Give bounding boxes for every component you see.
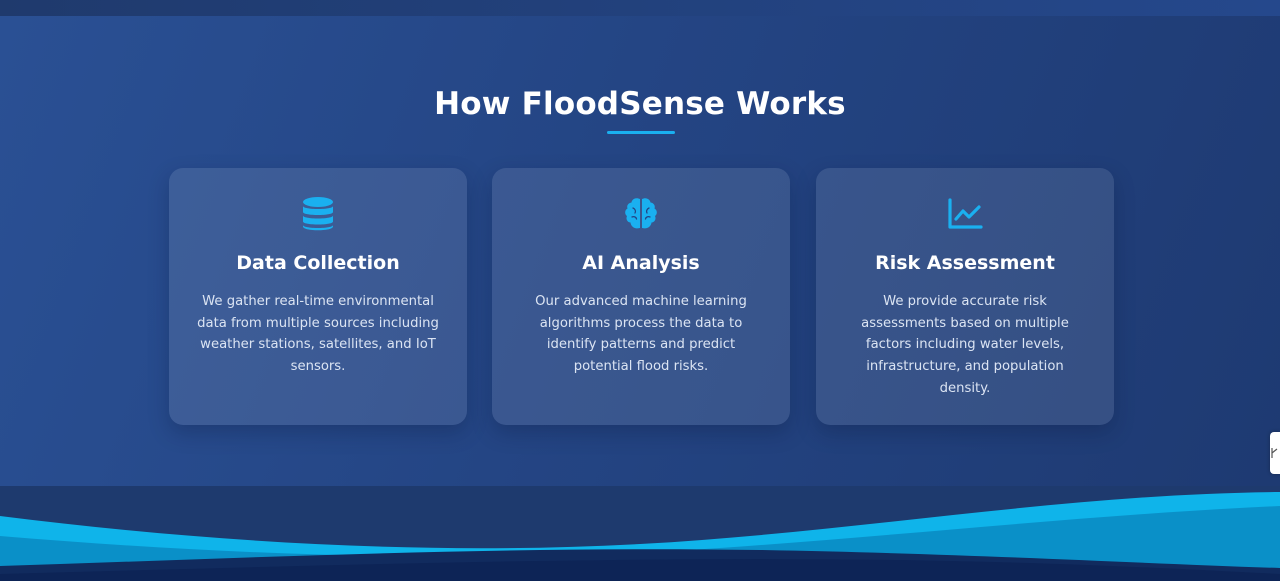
card-title: AI Analysis xyxy=(582,252,700,274)
card-data-collection: Data Collection We gather real-time envi… xyxy=(169,168,467,425)
database-icon xyxy=(169,196,467,232)
tab-icon xyxy=(1271,448,1278,458)
card-description: Our advanced machine learning algorithms… xyxy=(535,294,747,375)
card-description: We provide accurate risk assessments bas… xyxy=(861,294,1069,396)
card-ai-analysis: AI Analysis Our advanced machine learnin… xyxy=(492,168,790,425)
side-feedback-tab[interactable] xyxy=(1270,432,1280,474)
wave-divider xyxy=(0,486,1280,581)
card-title: Risk Assessment xyxy=(875,252,1055,274)
card-title: Data Collection xyxy=(236,252,400,274)
card-description: We gather real-time environmental data f… xyxy=(197,294,439,375)
section-title: How FloodSense Works xyxy=(434,86,846,122)
top-strip xyxy=(0,0,1280,16)
card-risk-assessment: Risk Assessment We provide accurate risk… xyxy=(816,168,1114,425)
chart-line-icon xyxy=(816,196,1114,232)
brain-icon xyxy=(492,196,790,232)
title-underline xyxy=(607,131,675,134)
how-it-works-section: How FloodSense Works Data Collection We … xyxy=(0,16,1280,486)
